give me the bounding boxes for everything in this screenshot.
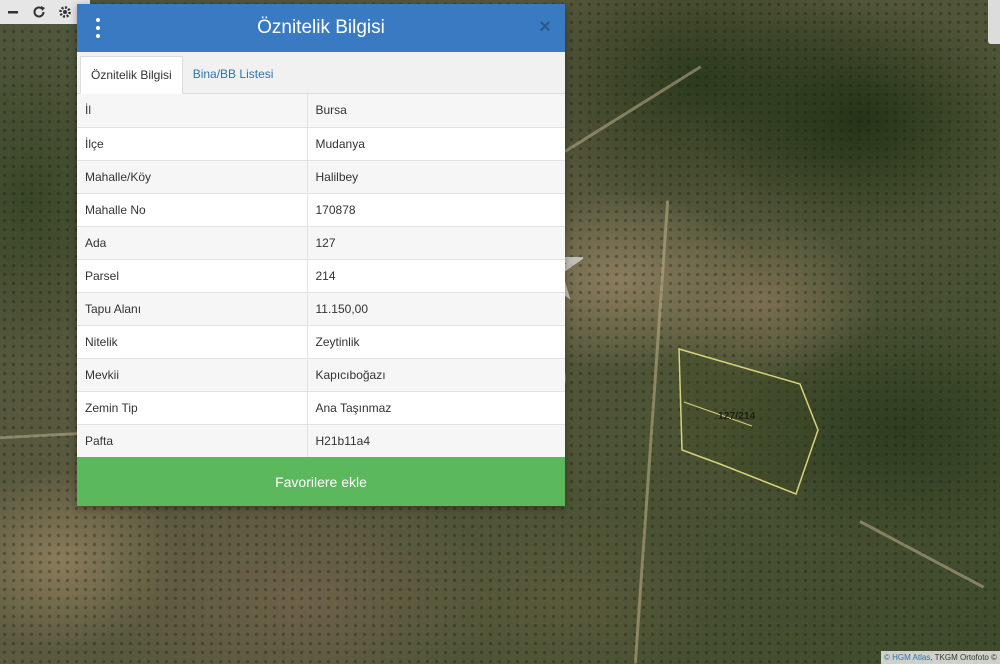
attribute-value: Zeytinlik xyxy=(307,324,565,358)
gear-icon[interactable] xyxy=(58,5,72,19)
attribute-value: 11.150,00 xyxy=(307,291,565,325)
attribute-key: Tapu Alanı xyxy=(77,291,308,325)
attribute-table: İl Bursa İlçe Mudanya Mahalle/Köy Halilbey … xyxy=(77,94,565,457)
attribute-key: Nitelik xyxy=(77,324,308,358)
dialog-tabs: Öznitelik Bilgisi Bina/BB Listesi xyxy=(77,52,565,94)
tab-building-list[interactable]: Bina/BB Listesi xyxy=(183,56,284,93)
table-row: Ada 127 xyxy=(77,225,565,259)
attribute-key: Mahalle/Köy xyxy=(77,159,308,193)
attribute-value: Kapıcıboğazı xyxy=(307,357,565,391)
table-row: Parsel 214 xyxy=(77,258,565,292)
table-row: İlçe Mudanya xyxy=(77,126,565,160)
parcel-label: 127/214 xyxy=(718,411,756,422)
attribute-value: 127 xyxy=(307,225,565,259)
attribute-value: Halilbey xyxy=(307,159,565,193)
dialog-header: Öznitelik Bilgisi × xyxy=(77,4,565,52)
attribute-value: Bursa xyxy=(307,94,565,127)
attribute-key: İlçe xyxy=(77,126,308,160)
attribute-key: Parsel xyxy=(77,258,308,292)
attribute-dialog: Öznitelik Bilgisi × Öznitelik Bilgisi Bi… xyxy=(77,4,565,506)
map-side-control[interactable] xyxy=(988,0,1000,44)
attribute-key: Mahalle No xyxy=(77,192,308,226)
table-row: Mevkii Kapıcıboğazı xyxy=(77,357,565,391)
refresh-icon[interactable] xyxy=(32,5,46,19)
table-row: Nitelik Zeytinlik xyxy=(77,324,565,358)
dialog-title: Öznitelik Bilgisi xyxy=(257,17,385,38)
attribute-value: H21b11a4 xyxy=(307,423,565,457)
attribute-key: Pafta xyxy=(77,423,308,457)
attribute-value: 214 xyxy=(307,258,565,292)
attribute-key: Zemin Tip xyxy=(77,390,308,424)
map-attribution: © HGM Atlas, TKGM Ortofoto © xyxy=(880,651,1000,664)
close-icon[interactable]: × xyxy=(537,16,553,38)
table-row: İl Bursa xyxy=(77,94,565,127)
kebab-menu-icon[interactable] xyxy=(93,18,103,38)
attribution-link[interactable]: © HGM Atlas xyxy=(884,653,930,662)
minus-icon[interactable] xyxy=(6,5,20,19)
attribute-value: Ana Taşınmaz xyxy=(307,390,565,424)
tab-attribute-info[interactable]: Öznitelik Bilgisi xyxy=(80,56,183,94)
attribute-value: Mudanya xyxy=(307,126,565,160)
table-row: Zemin Tip Ana Taşınmaz xyxy=(77,390,565,424)
add-favorite-button[interactable]: Favorilere ekle xyxy=(77,457,565,506)
attribution-text: , TKGM Ortofoto © xyxy=(930,653,997,662)
attribute-key: İl xyxy=(77,94,308,127)
attribute-value: 170878 xyxy=(307,192,565,226)
table-row: Pafta H21b11a4 xyxy=(77,423,565,457)
table-row: Mahalle No 170878 xyxy=(77,192,565,226)
table-row: Mahalle/Köy Halilbey xyxy=(77,159,565,193)
attribute-key: Ada xyxy=(77,225,308,259)
table-row: Tapu Alanı 11.150,00 xyxy=(77,291,565,325)
attribute-key: Mevkii xyxy=(77,357,308,391)
